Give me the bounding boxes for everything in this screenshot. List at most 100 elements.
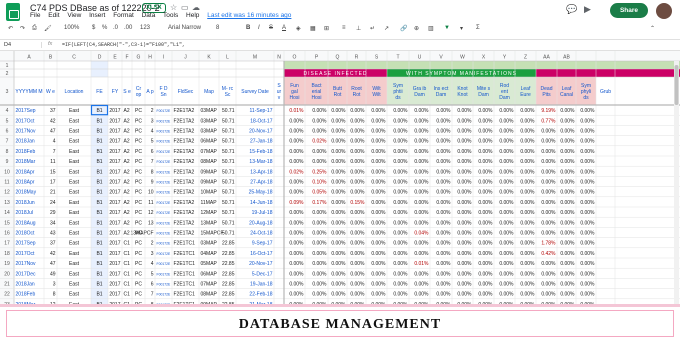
cell[interactable]: 0.00% — [414, 118, 429, 124]
cell[interactable]: 0.00% — [414, 190, 429, 196]
column-header-N[interactable]: N — [277, 55, 281, 61]
cell[interactable]: 0.00% — [312, 159, 327, 165]
cell[interactable]: 0.00% — [560, 139, 575, 145]
cell[interactable]: PC — [135, 241, 142, 247]
cell[interactable]: 0.00% — [289, 241, 304, 247]
cell[interactable]: 0.00% — [499, 190, 514, 196]
cell[interactable]: 0.00% — [312, 251, 327, 257]
more-formats-button[interactable]: 123 — [140, 25, 150, 31]
cell[interactable]: 0.00% — [414, 139, 429, 145]
row-header-11[interactable]: 11 — [4, 180, 9, 186]
cell[interactable]: 0.00% — [457, 210, 472, 216]
cell[interactable]: 0.00% — [580, 149, 595, 155]
row-header-18[interactable]: 18 — [4, 251, 10, 257]
cell[interactable]: B1 — [96, 129, 102, 135]
row-header-8[interactable]: 8 — [6, 149, 9, 155]
cell[interactable]: PC — [135, 200, 142, 206]
increase-decimal-button[interactable]: .00 — [124, 25, 132, 31]
cell[interactable]: 0.00% — [312, 271, 327, 277]
cell[interactable]: 0.00% — [457, 241, 472, 247]
cell[interactable]: PC — [135, 118, 142, 124]
undo-icon[interactable]: ↶ — [8, 25, 13, 32]
cell[interactable]: 24 — [50, 200, 56, 206]
column-header-R[interactable]: R — [355, 55, 359, 61]
row-header-21[interactable]: 21 — [4, 282, 10, 288]
cell[interactable]: 0.00% — [414, 241, 429, 247]
row-header-1[interactable]: 1 — [6, 63, 9, 69]
formula-input[interactable]: =IF(LEFT(C4,SEARCH("-",C3-1)="F100","L1"… — [62, 42, 185, 48]
cell[interactable]: 0.00% — [478, 292, 493, 298]
cell[interactable]: 0.00% — [371, 180, 386, 186]
cell[interactable]: 0.00% — [371, 118, 386, 124]
cell[interactable]: 0.00% — [331, 149, 346, 155]
cell[interactable]: 0.00% — [580, 241, 595, 247]
cell[interactable]: 2017 — [109, 149, 120, 155]
cell[interactable]: F2E1TC1 — [174, 271, 196, 277]
italic-button[interactable]: I — [258, 25, 260, 31]
cell[interactable]: 0.00% — [414, 282, 429, 288]
menu-insert[interactable]: Insert — [89, 12, 105, 19]
cell[interactable]: 0.00% — [457, 129, 472, 135]
cell[interactable]: 0.00% — [393, 149, 408, 155]
header-cell-0[interactable]: YYYYMM M — [15, 89, 42, 95]
share-button[interactable]: Share — [610, 3, 648, 18]
header-cell-2[interactable]: Location — [65, 89, 84, 95]
cell[interactable]: PC — [135, 292, 142, 298]
cell[interactable]: 5 — [151, 139, 154, 145]
filter-icon[interactable]: ▼ — [444, 25, 450, 31]
cell[interactable]: East — [69, 129, 80, 135]
cell[interactable]: 19-Jan-18 — [250, 282, 273, 288]
cell[interactable]: 47 — [50, 261, 56, 267]
cell[interactable]: 0.00% — [350, 169, 365, 175]
header-cell-1[interactable]: W e — [46, 89, 55, 95]
cell[interactable]: 0.00% — [312, 118, 327, 124]
cell[interactable]: 13MAP — [201, 220, 218, 226]
cell[interactable]: 0.00% — [289, 282, 304, 288]
cell[interactable]: 0.00% — [289, 231, 304, 237]
cell[interactable]: 0.04% — [414, 231, 429, 237]
cell[interactable]: 0.00% — [436, 261, 451, 267]
cell[interactable]: PC — [135, 149, 142, 155]
cell[interactable]: 07MAP — [201, 282, 218, 288]
cell[interactable]: 0.00% — [541, 271, 556, 277]
cell[interactable]: 0.00% — [414, 200, 429, 206]
cell[interactable]: F2E1TA2 — [174, 108, 195, 114]
cell[interactable]: 0.00% — [371, 169, 386, 175]
cell[interactable]: 0.00% — [499, 282, 514, 288]
cell[interactable]: 37 — [50, 108, 56, 114]
cell[interactable]: 0.00% — [499, 261, 514, 267]
cell[interactable]: F00172E — [157, 140, 171, 144]
cell[interactable]: 15 — [50, 169, 56, 175]
cell[interactable]: 0.00% — [331, 231, 346, 237]
cell[interactable]: 8 — [151, 169, 154, 175]
column-header-W[interactable]: W — [460, 55, 465, 61]
cell[interactable]: 0.00% — [393, 241, 408, 247]
cell[interactable]: 08MAP — [201, 159, 218, 165]
cell[interactable]: 0.00% — [457, 231, 472, 237]
cell[interactable]: 2017Oct — [16, 118, 36, 124]
cell[interactable]: 2017Dec — [16, 271, 37, 277]
cell[interactable]: 15MAPCF — [201, 231, 224, 237]
menu-tools[interactable]: Tools — [163, 12, 178, 19]
menu-edit[interactable]: Edit — [48, 12, 59, 19]
cell[interactable]: 0.00% — [436, 292, 451, 298]
cell[interactable]: F2E1TA2 — [174, 231, 195, 237]
cell[interactable]: 0.00% — [478, 241, 493, 247]
cell[interactable]: 0.00% — [580, 169, 595, 175]
cell[interactable]: 0.00% — [393, 190, 408, 196]
text-color-button[interactable]: A — [282, 25, 286, 31]
row-header-13[interactable]: 13 — [4, 200, 10, 206]
cell[interactable]: 5-Dec-17 — [252, 271, 273, 277]
cell[interactable]: F00172E — [157, 232, 171, 236]
cell[interactable]: 0.00% — [371, 139, 386, 145]
cell[interactable]: F00172E — [157, 272, 171, 276]
cell[interactable]: 0.00% — [371, 220, 386, 226]
cell[interactable]: 0.00% — [520, 129, 535, 135]
cell[interactable]: 0.00% — [436, 139, 451, 145]
cell[interactable]: 2017 — [109, 251, 120, 257]
cell[interactable]: 0.00% — [289, 118, 304, 124]
cell[interactable]: 0.00% — [541, 292, 556, 298]
cell[interactable]: 0.00% — [478, 169, 493, 175]
cell[interactable]: B1 — [96, 169, 102, 175]
cell[interactable]: 0.00% — [457, 169, 472, 175]
